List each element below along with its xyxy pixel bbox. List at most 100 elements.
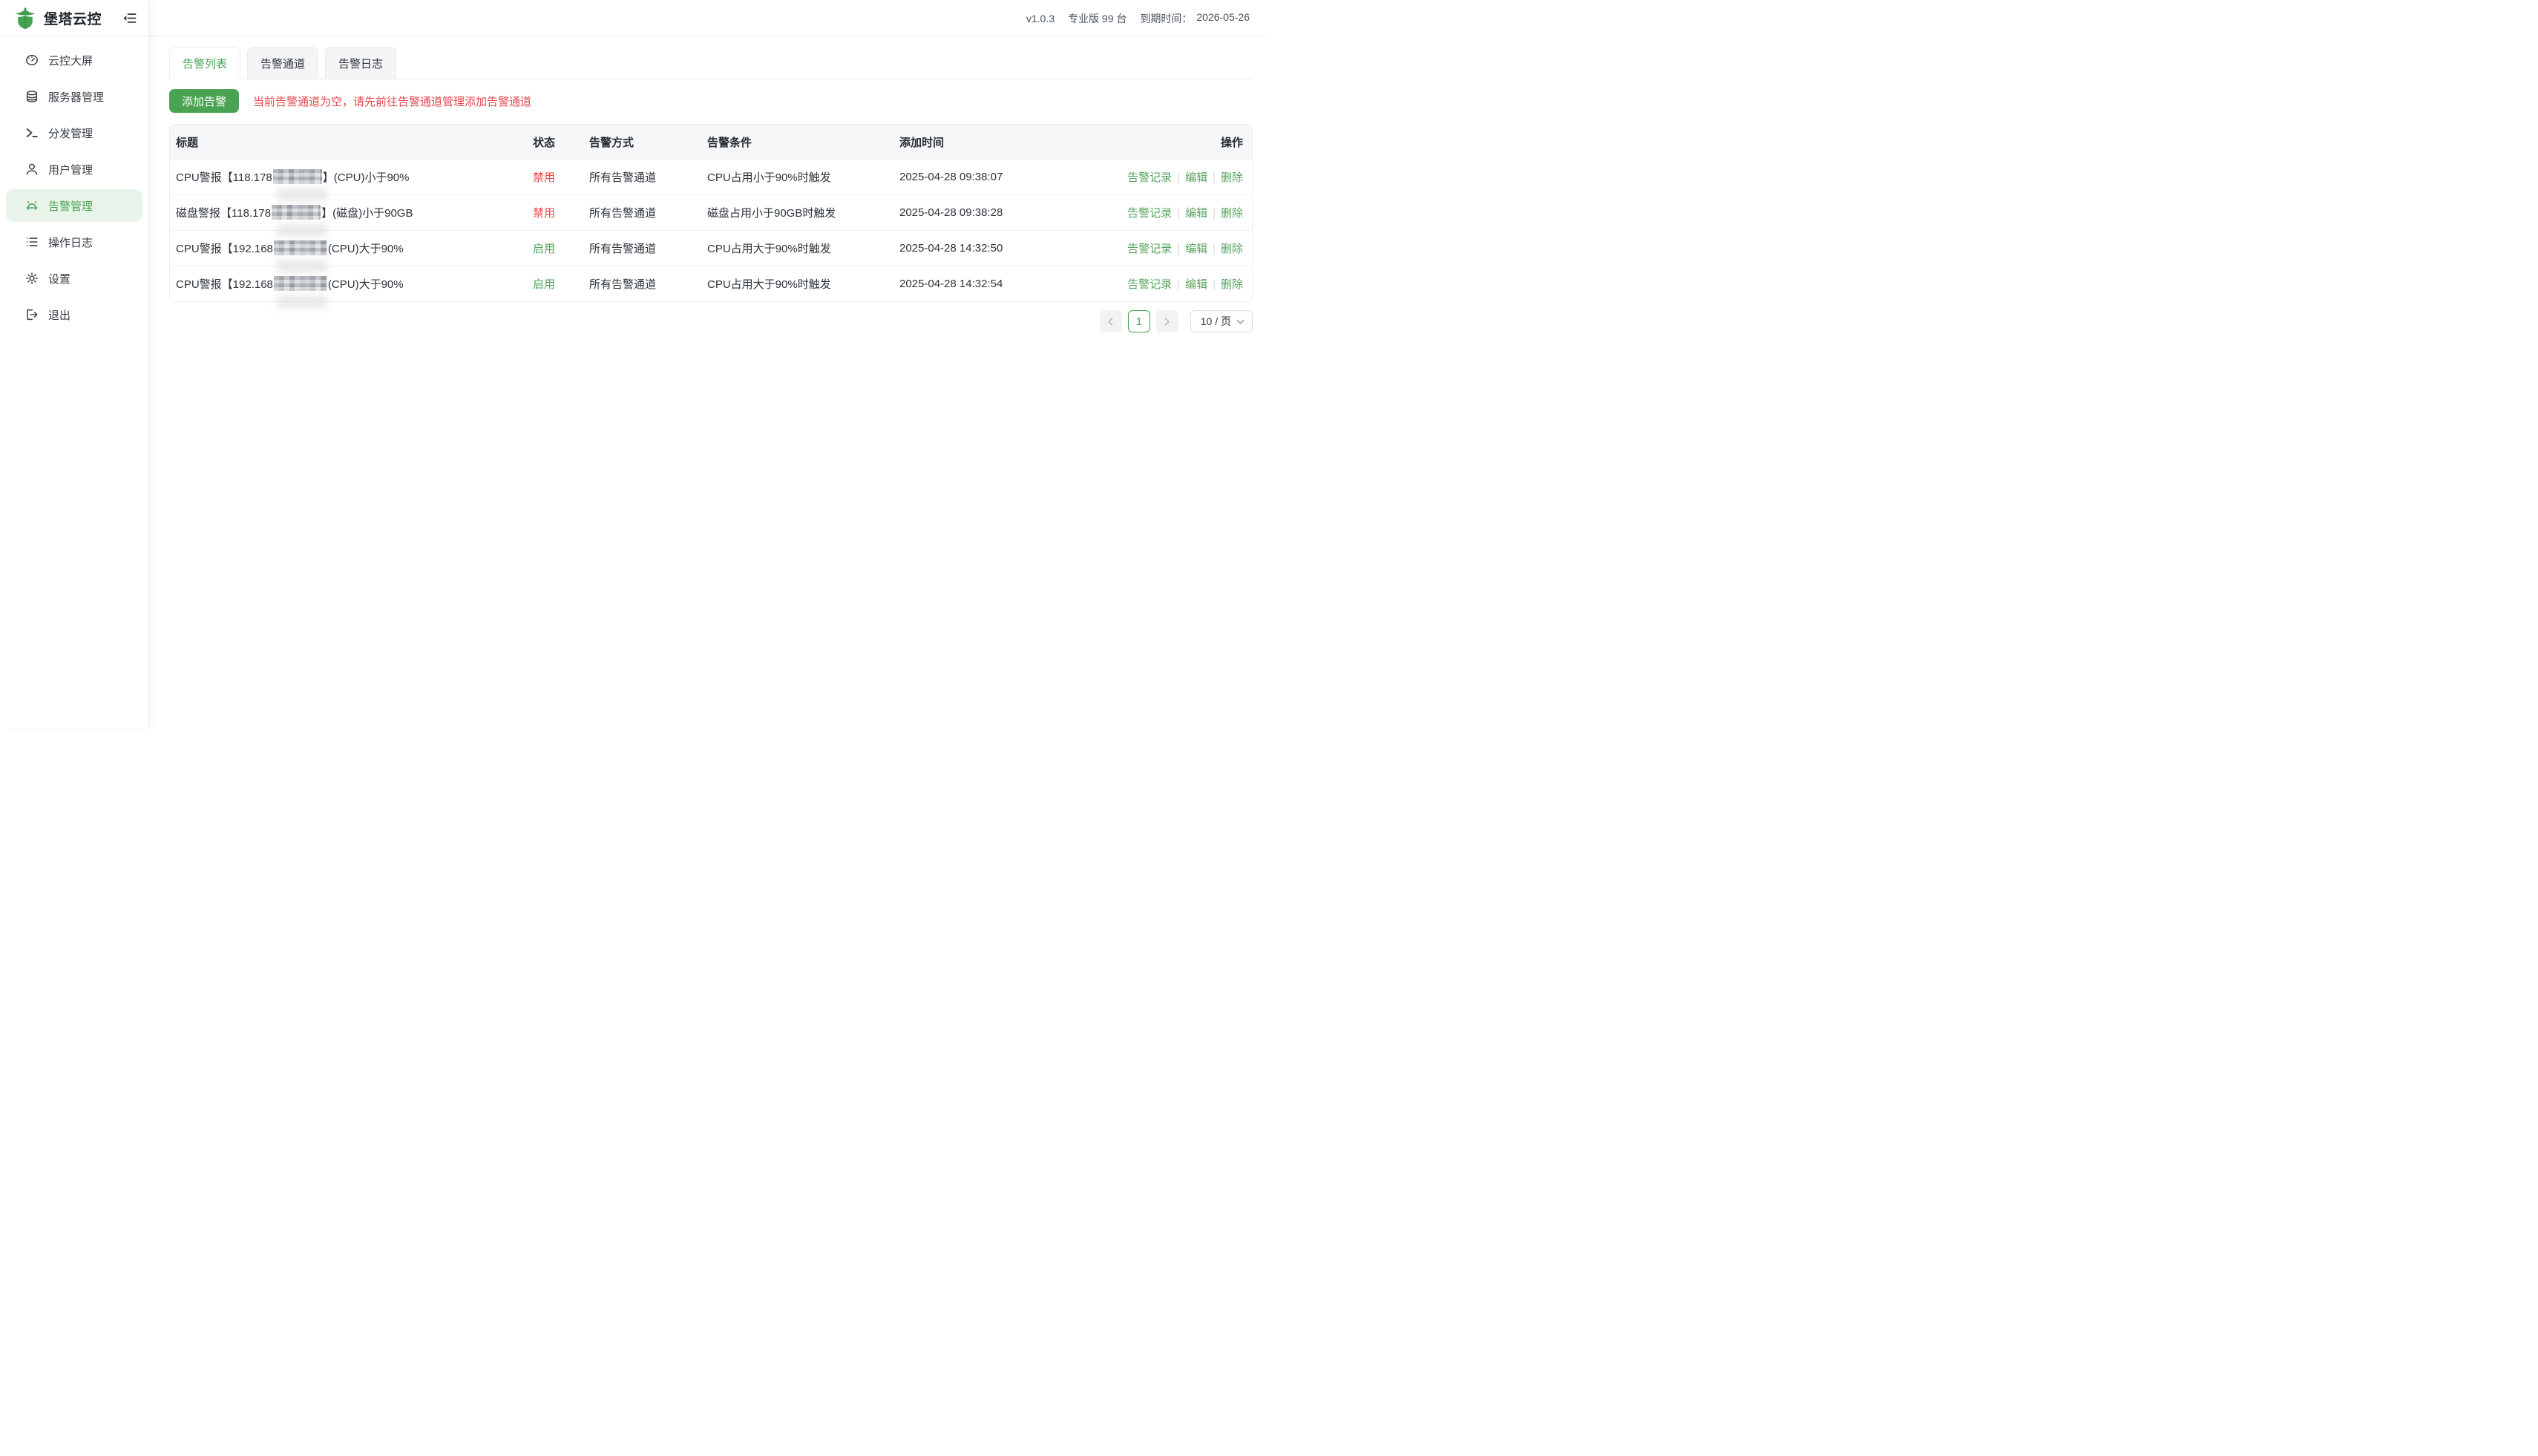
terminal-icon: [25, 126, 39, 140]
top-header: v1.0.3 专业版 99 台 到期时间： 2026-05-26: [149, 0, 1269, 37]
alarm-records-link[interactable]: 告警记录: [1127, 171, 1172, 184]
censor-smudge: [277, 295, 327, 308]
col-header-method: 告警方式: [583, 134, 701, 150]
col-header-status: 状态: [527, 134, 583, 150]
sidebar-nav: 云控大屏 服务器管理 分发管理 用户管理: [0, 37, 148, 341]
action-divider: |: [1213, 171, 1216, 184]
gear-icon: [25, 272, 39, 285]
sidebar-item-operation-log[interactable]: 操作日志: [6, 226, 142, 258]
server-icon: [25, 90, 39, 103]
edit-link[interactable]: 编辑: [1185, 171, 1207, 184]
version-text: v1.0.3: [1026, 13, 1055, 24]
next-page-button[interactable]: [1156, 310, 1178, 332]
chevron-down-icon: [1236, 318, 1245, 326]
action-divider: |: [1213, 243, 1216, 255]
action-divider: |: [1213, 278, 1216, 291]
app-logo-shield-icon: [13, 7, 37, 30]
tab-alarm-channel[interactable]: 告警通道: [247, 47, 318, 79]
alarm-method-cell: 所有告警通道: [583, 205, 701, 220]
prev-page-button[interactable]: [1100, 310, 1122, 332]
table-row: CPU警报【192.168(CPU)大于90% 启用 所有告警通道 CPU占用大…: [170, 266, 1252, 301]
page-number-button[interactable]: 1: [1128, 310, 1150, 332]
main-area: v1.0.3 专业版 99 台 到期时间： 2026-05-26 告警列表 告警…: [149, 0, 1269, 728]
status-badge: 禁用: [527, 169, 583, 185]
added-time-cell: 2025-04-28 14:32:54: [893, 278, 1076, 290]
add-alarm-button[interactable]: 添加告警: [169, 89, 239, 113]
delete-link[interactable]: 删除: [1221, 171, 1243, 184]
alarm-table: 标题 状态 告警方式 告警条件 添加时间 操作 CPU警报【118.178】(C…: [169, 124, 1253, 302]
sidebar-item-server-management[interactable]: 服务器管理: [6, 80, 142, 113]
status-badge: 启用: [527, 240, 583, 256]
delete-link[interactable]: 删除: [1221, 243, 1243, 255]
sidebar-item-alarm-management[interactable]: 告警管理: [6, 189, 142, 222]
sidebar-item-user-management[interactable]: 用户管理: [6, 153, 142, 186]
page-size-select[interactable]: 10 / 页: [1190, 310, 1253, 332]
user-icon: [25, 163, 39, 176]
alarm-bell-icon: [25, 199, 39, 212]
sidebar-item-label: 告警管理: [48, 198, 93, 214]
alarm-title-cell: 磁盘警报【118.178】(磁盘)小于90GB: [170, 205, 527, 220]
added-time-cell: 2025-04-28 14:32:50: [893, 242, 1076, 255]
empty-channel-notice: 当前告警通道为空，请先前往告警通道管理添加告警通道: [253, 94, 531, 109]
action-divider: |: [1177, 171, 1180, 184]
tab-alarm-log[interactable]: 告警日志: [325, 47, 396, 79]
censored-ip-mosaic: [274, 276, 327, 291]
sidebar-item-settings[interactable]: 设置: [6, 262, 142, 295]
alarm-title-cell: CPU警报【192.168(CPU)大于90%: [170, 276, 527, 292]
alarm-condition-cell: CPU占用大于90%时触发: [701, 240, 893, 256]
alarm-records-link[interactable]: 告警记录: [1127, 278, 1172, 291]
action-divider: |: [1177, 207, 1180, 220]
app-title: 堡塔云控: [44, 8, 102, 28]
row-actions: 告警记录 | 编辑 | 删除: [1076, 205, 1252, 220]
sidebar-item-label: 退出: [48, 307, 70, 323]
censored-ip-mosaic: [274, 240, 327, 255]
table-body: CPU警报【118.178】(CPU)小于90% 禁用 所有告警通道 CPU占用…: [170, 159, 1252, 301]
edit-link[interactable]: 编辑: [1185, 207, 1207, 220]
table-row: CPU警报【118.178】(CPU)小于90% 禁用 所有告警通道 CPU占用…: [170, 159, 1252, 194]
log-list-icon: [25, 235, 39, 249]
table-header-row: 标题 状态 告警方式 告警条件 添加时间 操作: [170, 125, 1252, 159]
col-header-actions: 操作: [1076, 134, 1252, 150]
alarm-records-link[interactable]: 告警记录: [1127, 207, 1172, 220]
added-time-cell: 2025-04-28 09:38:28: [893, 206, 1076, 219]
action-divider: |: [1213, 207, 1216, 220]
status-badge: 禁用: [527, 205, 583, 220]
col-header-added-time: 添加时间: [893, 134, 1076, 150]
toolbar: 添加告警 当前告警通道为空，请先前往告警通道管理添加告警通道: [169, 89, 1253, 113]
row-actions: 告警记录|编辑|删除: [1076, 240, 1252, 256]
chevron-right-icon: [1163, 318, 1171, 326]
dashboard-icon: [25, 53, 39, 67]
sidebar-item-label: 操作日志: [48, 235, 93, 250]
logo-row: 堡塔云控: [0, 0, 148, 37]
edit-link[interactable]: 编辑: [1185, 243, 1207, 255]
table-row: CPU警报【192.168(CPU)大于90% 启用 所有告警通道 CPU占用大…: [170, 230, 1252, 266]
alarm-condition-cell: CPU占用小于90%时触发: [701, 169, 893, 185]
tab-bar: 告警列表 告警通道 告警日志: [169, 47, 1253, 79]
alarm-method-cell: 所有告警通道: [583, 169, 701, 185]
alarm-method-cell: 所有告警通道: [583, 276, 701, 292]
tab-alarm-list[interactable]: 告警列表: [169, 47, 240, 79]
sidebar-item-cloud-dashboard[interactable]: 云控大屏: [6, 44, 142, 76]
edit-link[interactable]: 编辑: [1185, 278, 1207, 291]
delete-link[interactable]: 删除: [1221, 278, 1243, 291]
sidebar-item-label: 分发管理: [48, 125, 93, 141]
alarm-condition-cell: CPU占用大于90%时触发: [701, 276, 893, 292]
alarm-records-link[interactable]: 告警记录: [1127, 243, 1172, 255]
sidebar-item-label: 服务器管理: [48, 89, 104, 105]
sidebar: 堡塔云控 云控大屏 服务器管理: [0, 0, 149, 728]
content: 告警列表 告警通道 告警日志 添加告警 当前告警通道为空，请先前往告警通道管理添…: [149, 37, 1269, 332]
sidebar-item-logout[interactable]: 退出: [6, 298, 142, 331]
action-divider: |: [1177, 278, 1180, 291]
row-actions: 告警记录 | 编辑 | 删除: [1076, 276, 1252, 292]
censored-ip-mosaic: [273, 169, 322, 184]
sidebar-fold-icon[interactable]: [120, 10, 138, 27]
status-badge: 启用: [527, 276, 583, 292]
alarm-method-cell: 所有告警通道: [583, 240, 701, 256]
alarm-title-cell: CPU警报【118.178】(CPU)小于90%: [170, 169, 527, 185]
row-actions: 告警记录 | 编辑 | 删除: [1076, 169, 1252, 185]
sidebar-item-distribution-management[interactable]: 分发管理: [6, 117, 142, 149]
censored-ip-mosaic: [272, 205, 321, 220]
alarm-condition-cell: 磁盘占用小于90GB时触发: [701, 205, 893, 220]
chevron-left-icon: [1106, 318, 1115, 326]
delete-link[interactable]: 删除: [1221, 207, 1243, 220]
